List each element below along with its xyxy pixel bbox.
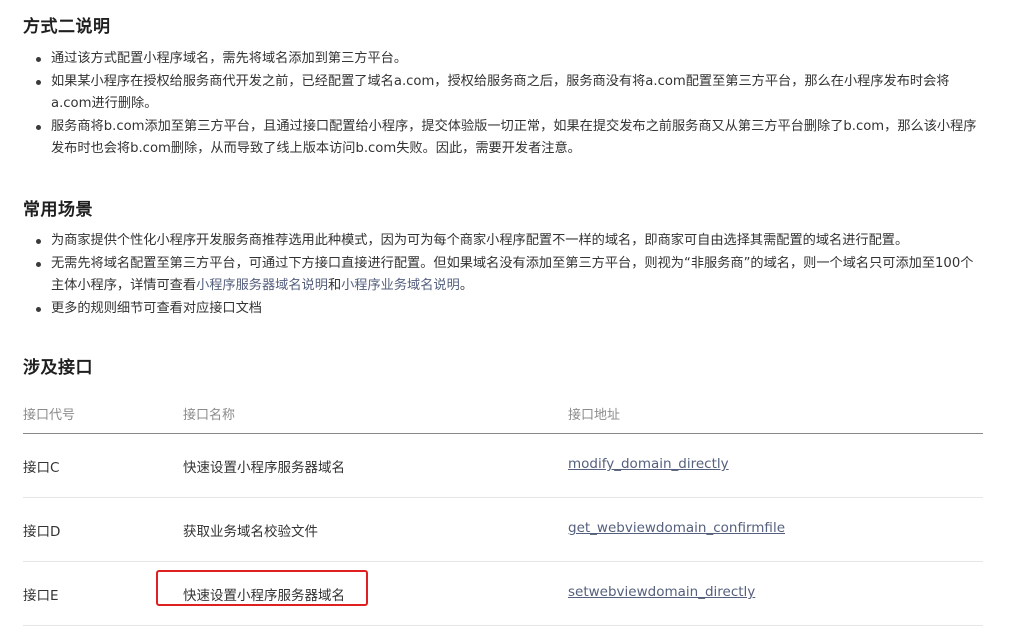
list-item: 更多的规则细节可查看对应接口文档 [34, 298, 984, 321]
list-item: 无需先将域名配置至第三方平台，可通过下方接口直接进行配置。但如果域名没有添加至第… [34, 253, 984, 298]
section-title-method2: 方式二说明 [23, 17, 111, 37]
list-item-text: 无需先将域名配置至第三方平台，可通过下方接口直接进行配置。但如果域名没有添加至第… [51, 255, 974, 294]
scenarios-list: 为商家提供个性化小程序开发服务商推荐选用此种模式，因为可为每个商家小程序配置不一… [34, 230, 984, 320]
column-header-name: 接口名称 [183, 408, 236, 423]
section-title-scenarios: 常用场景 [23, 200, 93, 220]
api-name: 获取业务域名校验文件 [183, 524, 318, 540]
list-item: 服务商将b.com添加至第三方平台，且通过接口配置给小程序，提交体验版一切正常，… [34, 116, 984, 161]
api-code: 接口E [23, 588, 59, 604]
business-domain-doc-link[interactable]: 小程序业务域名说明 [341, 278, 460, 293]
server-domain-doc-link[interactable]: 小程序服务器域名说明 [196, 278, 328, 293]
column-header-code: 接口代号 [23, 408, 76, 423]
table-row: 接口C 快速设置小程序服务器域名 modify_domain_directly [23, 434, 983, 498]
column-header-url: 接口地址 [568, 408, 621, 423]
list-item-text: 和 [327, 278, 342, 293]
list-item-text: 。 [459, 278, 473, 293]
doc-page: 方式二说明 通过该方式配置小程序域名，需先将域名添加到第三方平台。 如果某小程序… [0, 0, 1017, 642]
api-code: 接口C [23, 460, 60, 476]
section-title-apis: 涉及接口 [23, 358, 93, 378]
highlight-annotation-box [156, 570, 368, 606]
api-url-link[interactable]: setwebviewdomain_directly [568, 584, 755, 600]
list-item: 通过该方式配置小程序域名，需先将域名添加到第三方平台。 [34, 48, 984, 71]
api-url-link[interactable]: get_webviewdomain_confirmfile [568, 520, 785, 536]
list-item: 如果某小程序在授权给服务商代开发之前，已经配置了域名a.com，授权给服务商之后… [34, 71, 984, 116]
method2-list: 通过该方式配置小程序域名，需先将域名添加到第三方平台。 如果某小程序在授权给服务… [34, 48, 984, 161]
api-code: 接口D [23, 524, 61, 540]
api-url-link[interactable]: modify_domain_directly [568, 456, 729, 472]
api-name: 快速设置小程序服务器域名 [183, 460, 345, 476]
table-row: 接口D 获取业务域名校验文件 get_webviewdomain_confirm… [23, 498, 983, 562]
table-header: 接口代号 接口名称 接口地址 [23, 392, 983, 434]
list-item: 为商家提供个性化小程序开发服务商推荐选用此种模式，因为可为每个商家小程序配置不一… [34, 230, 984, 253]
